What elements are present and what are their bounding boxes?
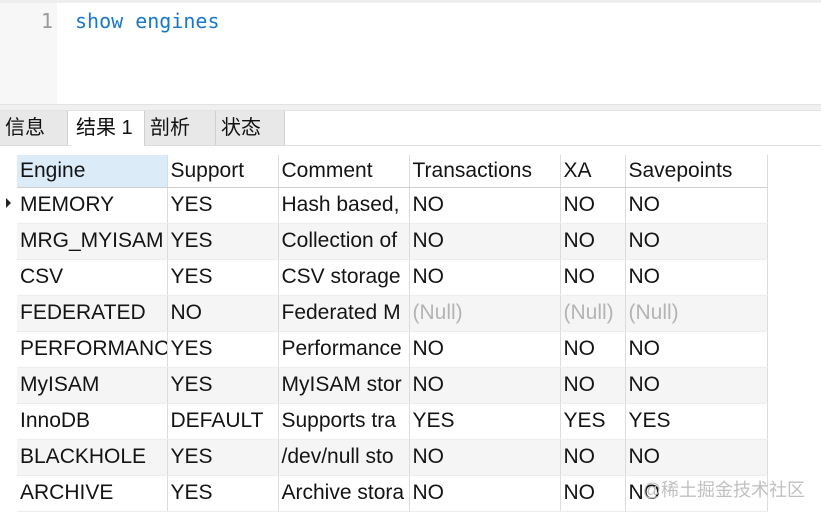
table-row[interactable]: PERFORMANC YES Performance NO NO NO [17, 331, 768, 368]
table-cell-comment[interactable]: Federated M [278, 295, 410, 332]
table-cell-support[interactable]: YES [167, 187, 279, 224]
table-cell-support[interactable]: DEFAULT [167, 403, 279, 440]
table-row[interactable]: MRG_MYISAM YES Collection of NO NO NO [17, 223, 768, 260]
table-cell-transactions[interactable]: NO [409, 475, 561, 512]
table-cell-support[interactable]: YES [167, 259, 279, 296]
tab-profile[interactable]: 剖析 [145, 111, 216, 145]
line-gutter: 1 [0, 3, 57, 104]
table-cell-xa[interactable]: NO [560, 187, 626, 224]
table-row[interactable]: FEDERATED NO Federated M (Null) (Null) (Null) [17, 295, 768, 332]
table-cell-support[interactable]: YES [167, 367, 279, 404]
column-header-savepoints[interactable]: Savepoints [625, 155, 768, 188]
table-cell-engine[interactable]: PERFORMANC [17, 331, 168, 368]
table-cell-savepoints[interactable]: NO [625, 187, 768, 224]
table-cell-engine[interactable]: MyISAM [17, 367, 168, 404]
results-grid[interactable]: Engine Support Comment Transactions XA Savepo… [6, 155, 821, 516]
table-cell-savepoints[interactable]: NO [625, 331, 768, 368]
table-cell-comment[interactable]: /dev/null sto [278, 439, 410, 476]
table-cell-engine[interactable]: CSV [17, 259, 168, 296]
table-cell-comment[interactable]: Performance [278, 331, 410, 368]
table-cell-engine[interactable]: BLACKHOLE [17, 439, 168, 476]
table-cell-xa[interactable]: NO [560, 331, 626, 368]
table-cell-comment[interactable]: Archive stora [278, 475, 410, 512]
table-cell-transactions[interactable]: (Null) [409, 295, 561, 332]
tab-info[interactable]: 信息 [0, 111, 68, 145]
column-header-comment[interactable]: Comment [278, 155, 410, 188]
sql-editor[interactable]: 1 show engines [0, 0, 821, 104]
result-tabbar: 信息 结果 1 剖析 状态 [0, 111, 821, 146]
table-cell-support[interactable]: NO [167, 295, 279, 332]
table-cell-savepoints[interactable]: NO [625, 367, 768, 404]
table-cell-transactions[interactable]: NO [409, 259, 561, 296]
column-header-engine[interactable]: Engine [17, 155, 168, 188]
table-cell-xa[interactable]: NO [560, 259, 626, 296]
table-cell-engine[interactable]: MEMORY [17, 187, 168, 224]
table-cell-support[interactable]: YES [167, 439, 279, 476]
table-cell-savepoints[interactable]: NO [625, 259, 768, 296]
table-cell-savepoints[interactable]: YES [625, 403, 768, 440]
table-row[interactable]: BLACKHOLE YES/dev/null sto NO NO NO [17, 439, 768, 476]
table-cell-xa[interactable]: NO [560, 475, 626, 512]
table-cell-transactions[interactable]: NO [409, 439, 561, 476]
table-cell-comment[interactable]: Collection of [278, 223, 410, 260]
table-cell-engine[interactable]: FEDERATED [17, 295, 168, 332]
column-header-xa[interactable]: XA [560, 155, 626, 188]
table-row[interactable]: CSV YES CSV storage NO NO NO [17, 259, 768, 296]
table-cell-transactions[interactable]: YES [409, 403, 561, 440]
table-cell-transactions[interactable]: NO [409, 187, 561, 224]
table-cell-engine[interactable]: InnoDB [17, 403, 168, 440]
table-cell-xa[interactable]: YES [560, 403, 626, 440]
table-cell-savepoints[interactable]: NO [625, 223, 768, 260]
table-cell-xa[interactable]: NO [560, 367, 626, 404]
tab-status[interactable]: 状态 [216, 111, 285, 145]
table-cell-comment[interactable]: Supports tra [278, 403, 410, 440]
table-cell-xa[interactable]: NO [560, 223, 626, 260]
table-cell-transactions[interactable]: NO [409, 367, 561, 404]
header-row: Engine Support Comment Transactions XA Savepo… [17, 155, 768, 188]
table-cell-support[interactable]: YES [167, 223, 279, 260]
line-number: 1 [40, 9, 53, 33]
table-cell-savepoints[interactable]: (Null) [625, 295, 768, 332]
result-body: MEMORY YES Hash based, NO NO NO MRG_MYISAM YES C… [17, 187, 768, 512]
table-cell-support[interactable]: YES [167, 475, 279, 512]
table-cell-comment[interactable]: CSV storage [278, 259, 410, 296]
results-table[interactable]: Engine Support Comment Transactions XA Savepo… [17, 155, 768, 512]
column-header-support[interactable]: Support [167, 155, 279, 188]
query-window: 1 show engines 信息 结果 1 剖析 状态 Engine Suppo… [0, 0, 821, 516]
table-cell-transactions[interactable]: NO [409, 223, 561, 260]
table-cell-transactions[interactable]: NO [409, 331, 561, 368]
table-cell-engine[interactable]: ARCHIVE [17, 475, 168, 512]
table-cell-engine[interactable]: MRG_MYISAM [17, 223, 168, 260]
tab-result-1[interactable]: 结果 1 [71, 111, 145, 146]
editor-result-splitter[interactable] [0, 104, 821, 111]
current-row-indicator-icon [6, 198, 11, 208]
table-row[interactable]: InnoDB DEFAULT Supports tra YES YES YES [17, 403, 768, 440]
watermark: @稀土掘金技术社区 [642, 480, 805, 500]
table-cell-comment[interactable]: Hash based, [278, 187, 410, 224]
table-cell-xa[interactable]: NO [560, 439, 626, 476]
table-row[interactable]: MEMORY YES Hash based, NO NO NO [17, 187, 768, 224]
table-cell-xa[interactable]: (Null) [560, 295, 626, 332]
table-cell-support[interactable]: YES [167, 331, 279, 368]
table-row[interactable]: MyISAM YES MyISAM stor NO NO NO [17, 367, 768, 404]
sql-query-text[interactable]: show engines [75, 9, 220, 33]
table-cell-savepoints[interactable]: NO [625, 439, 768, 476]
table-cell-comment[interactable]: MyISAM stor [278, 367, 410, 404]
column-header-transactions[interactable]: Transactions [409, 155, 561, 188]
